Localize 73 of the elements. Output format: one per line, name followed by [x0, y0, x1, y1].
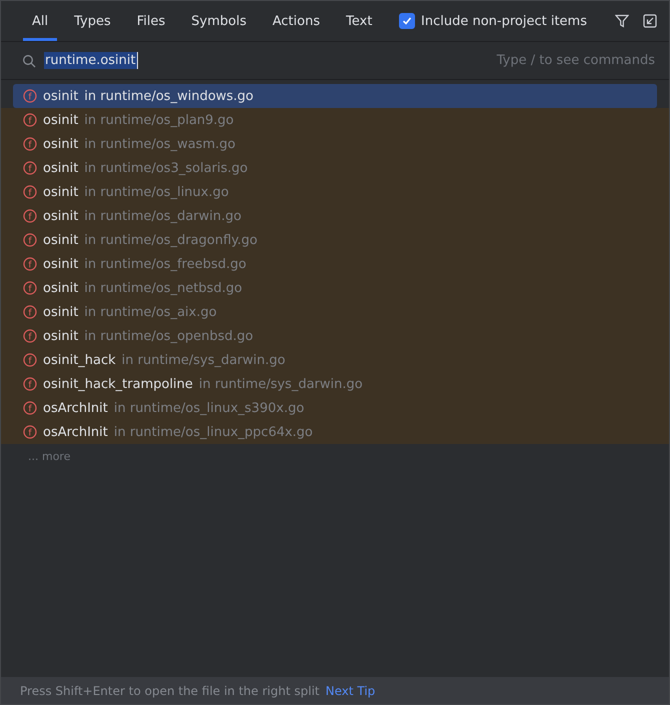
- tab[interactable]: Files: [128, 1, 174, 41]
- function-icon: f: [23, 281, 37, 295]
- symbol-name: osArchInit: [43, 424, 108, 440]
- symbol-location: in runtime/sys_darwin.go: [122, 352, 286, 368]
- symbol-location: in runtime/os_freebsd.go: [84, 256, 246, 272]
- function-icon: f: [23, 377, 37, 391]
- symbol-name: osinit: [43, 112, 78, 128]
- symbol-location: in runtime/os_linux.go: [84, 184, 229, 200]
- symbol-location: in runtime/os_dragonfly.go: [84, 232, 258, 248]
- symbol-location: in runtime/os_netbsd.go: [84, 280, 242, 296]
- result-item[interactable]: f osinit in runtime/os_netbsd.go: [1, 276, 669, 300]
- result-item[interactable]: f osinit in runtime/os3_solaris.go: [1, 156, 669, 180]
- symbol-location: in runtime/os_openbsd.go: [84, 328, 254, 344]
- function-icon: f: [23, 329, 37, 343]
- function-icon: f: [23, 161, 37, 175]
- function-icon: f: [23, 305, 37, 319]
- function-icon: f: [23, 257, 37, 271]
- tip-text: Press Shift+Enter to open the file in the right split: [20, 684, 320, 698]
- symbol-location: in runtime/sys_darwin.go: [198, 376, 363, 392]
- symbol-name: osArchInit: [43, 400, 108, 416]
- symbol-name: osinit: [43, 304, 78, 320]
- result-item[interactable]: f osinit in runtime/os_freebsd.go: [1, 252, 669, 276]
- symbol-location: in runtime/os_windows.go: [84, 88, 254, 104]
- function-icon: f: [23, 113, 37, 127]
- symbol-name: osinit: [43, 184, 78, 200]
- tab[interactable]: Types: [65, 1, 120, 41]
- symbol-location: in runtime/os_plan9.go: [84, 112, 234, 128]
- symbol-location: in runtime/os_darwin.go: [84, 208, 242, 224]
- symbol-name: osinit: [43, 208, 78, 224]
- symbol-name: osinit: [43, 256, 78, 272]
- symbol-location: in runtime/os3_solaris.go: [84, 160, 248, 176]
- symbol-location: in runtime/os_wasm.go: [84, 136, 236, 152]
- symbol-location: in runtime/os_aix.go: [84, 304, 217, 320]
- symbol-name: osinit: [43, 232, 78, 248]
- symbol-name: osinit: [43, 280, 78, 296]
- result-item[interactable]: f osinit_hack in runtime/sys_darwin.go: [1, 348, 669, 372]
- result-item[interactable]: f osArchInit in runtime/os_linux_ppc64x.go: [1, 420, 669, 444]
- result-item[interactable]: f osinit in runtime/os_windows.go: [13, 84, 657, 108]
- checkmark-icon: [402, 16, 412, 26]
- function-icon: f: [23, 425, 37, 439]
- result-item[interactable]: f osinit in runtime/os_openbsd.go: [1, 324, 669, 348]
- result-item[interactable]: f osinit in runtime/os_aix.go: [1, 300, 669, 324]
- symbol-name: osinit: [43, 136, 78, 152]
- checkbox-label: Include non-project items: [421, 14, 587, 28]
- tab[interactable]: Actions: [264, 1, 329, 41]
- tab[interactable]: Text: [337, 1, 382, 41]
- function-icon: f: [23, 401, 37, 415]
- tab[interactable]: Symbols: [182, 1, 256, 41]
- symbol-name: osinit: [43, 160, 78, 176]
- result-item[interactable]: f osinit_hack_trampoline in runtime/sys_darwin.go: [1, 372, 669, 396]
- function-icon: f: [23, 185, 37, 199]
- result-item[interactable]: f osinit in runtime/os_plan9.go: [1, 108, 669, 132]
- function-icon: f: [23, 137, 37, 151]
- function-icon: f: [23, 233, 37, 247]
- result-item[interactable]: f osinit in runtime/os_dragonfly.go: [1, 228, 669, 252]
- search-field[interactable]: runtime.osinit: [44, 52, 138, 69]
- checkbox[interactable]: [399, 13, 416, 29]
- function-icon: f: [23, 209, 37, 223]
- symbol-name: osinit: [43, 328, 78, 344]
- symbol-location: in runtime/os_linux_s390x.go: [114, 400, 304, 416]
- symbol-location: in runtime/os_linux_ppc64x.go: [114, 424, 313, 440]
- result-item[interactable]: f osinit in runtime/os_linux.go: [1, 180, 669, 204]
- function-icon: f: [23, 353, 37, 367]
- symbol-name: osinit_hack_trampoline: [43, 376, 193, 392]
- function-icon: f: [23, 89, 37, 103]
- symbol-name: osinit_hack: [43, 352, 116, 368]
- search-icon: [22, 54, 36, 68]
- tab[interactable]: All: [23, 1, 58, 41]
- search-hint: Type / to see commands: [496, 53, 655, 68]
- result-item[interactable]: f osArchInit in runtime/os_linux_s390x.go: [1, 396, 669, 420]
- result-item[interactable]: f osinit in runtime/os_wasm.go: [1, 132, 669, 156]
- symbol-name: osinit: [43, 88, 78, 104]
- result-item[interactable]: f osinit in runtime/os_darwin.go: [1, 204, 669, 228]
